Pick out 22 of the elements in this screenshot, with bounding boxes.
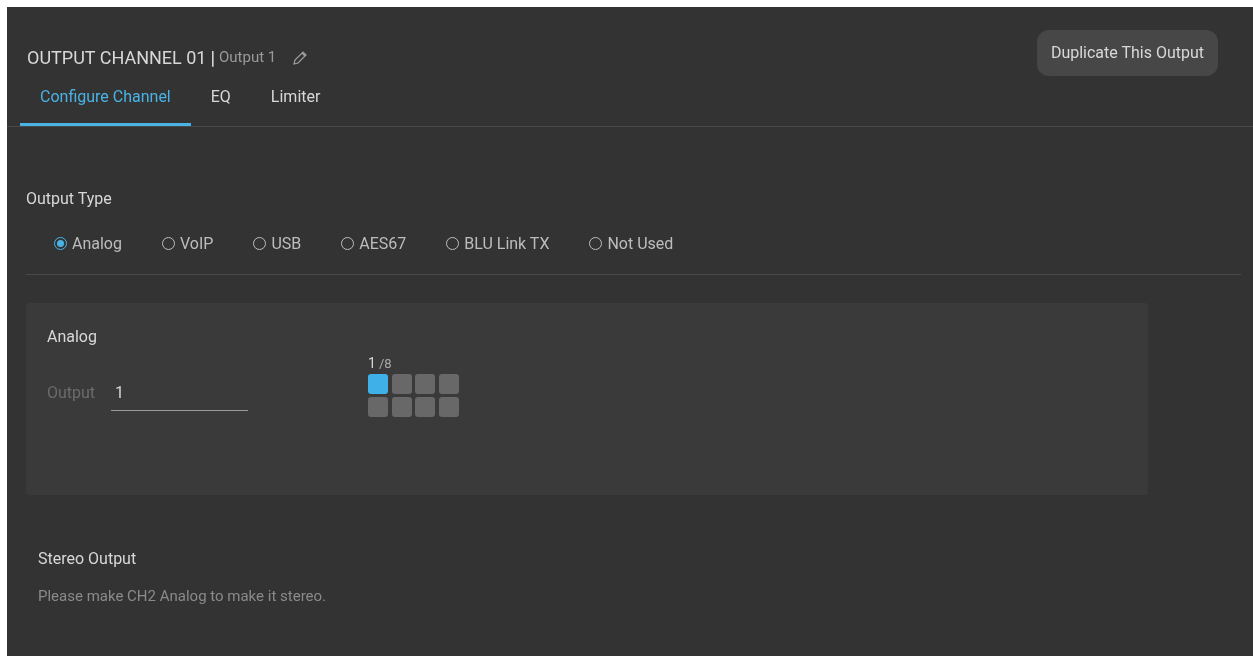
slot-total: /8 [379, 355, 392, 373]
radio-option[interactable]: AES67 [341, 231, 407, 256]
panel-title: Analog [47, 326, 98, 348]
radio-option[interactable]: BLU Link TX [446, 231, 550, 256]
output-field[interactable]: 1 [111, 381, 249, 411]
title-separator: | [210, 46, 215, 70]
section-label: Output Type [26, 188, 113, 210]
tab[interactable]: Limiter [250, 82, 341, 126]
tab[interactable]: Configure Channel [20, 82, 191, 126]
radio-option[interactable]: Not Used [589, 231, 674, 256]
slot-square[interactable] [368, 374, 389, 394]
tab[interactable]: EQ [190, 82, 251, 126]
pencil-icon[interactable] [292, 49, 309, 66]
output-name: Output 1 [219, 47, 277, 69]
radio-option[interactable]: Analog [54, 231, 122, 256]
duplicate-button[interactable]: Duplicate This Output [1036, 30, 1218, 76]
radio-option[interactable]: USB [253, 231, 302, 256]
radio-option[interactable]: VoIP [162, 231, 214, 256]
stereo-message: Please make CH2 Analog to make it stereo. [38, 586, 328, 607]
channel-title: OUTPUT CHANNEL 01 [27, 46, 207, 70]
slot-count: 1 [368, 354, 376, 373]
section-label: Stereo Output [38, 548, 138, 570]
